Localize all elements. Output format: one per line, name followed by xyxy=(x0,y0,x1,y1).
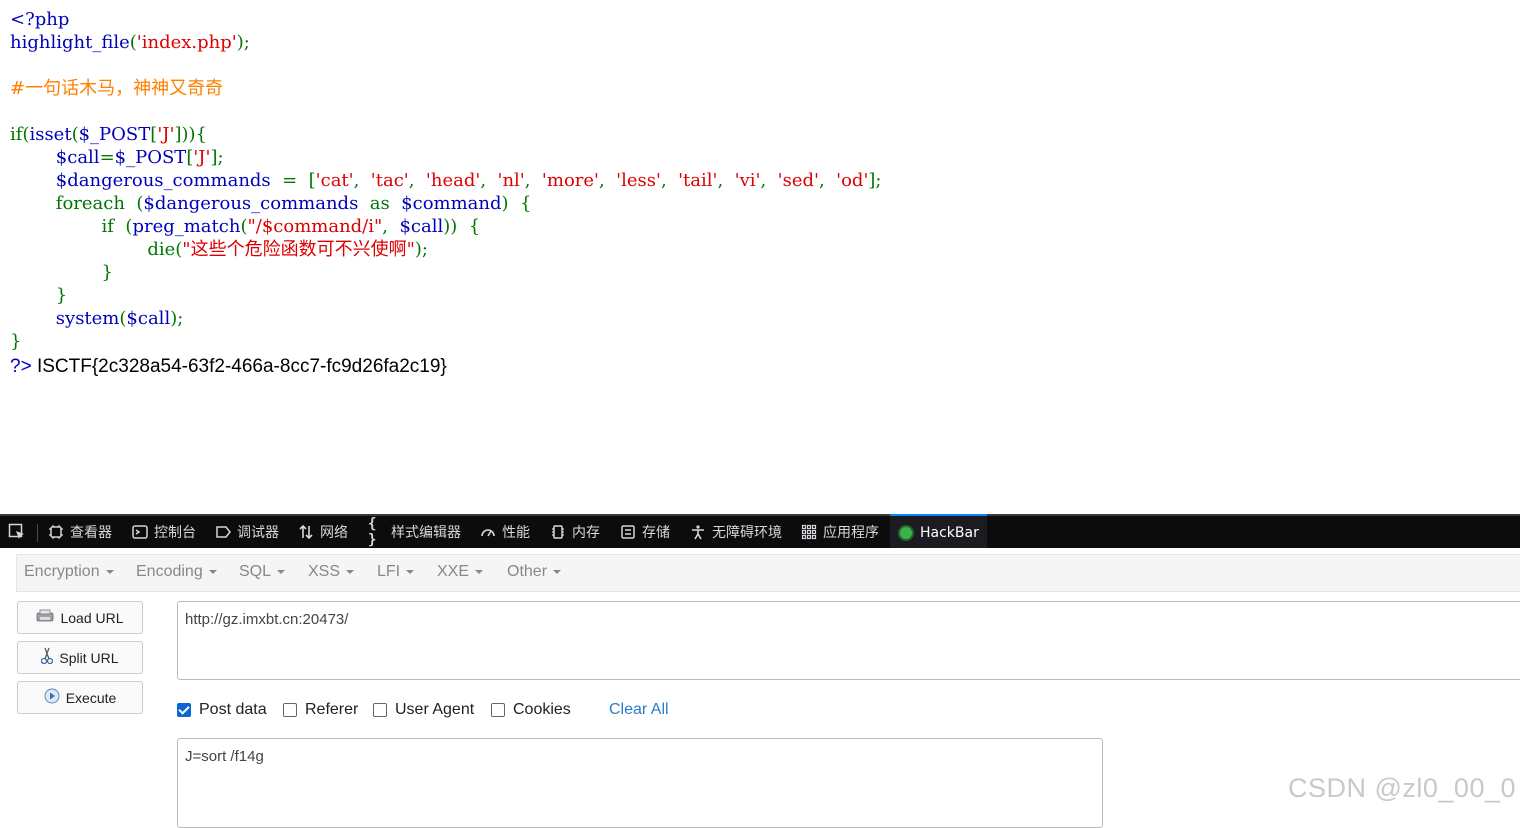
tab-performance[interactable]: 性能 xyxy=(479,516,530,548)
command-string: 'vi' xyxy=(734,170,761,191)
command-separator: , xyxy=(598,170,617,191)
tab-console[interactable]: 控制台 xyxy=(131,516,196,548)
clear-all-link[interactable]: Clear All xyxy=(609,701,669,719)
watermark: CSDN @zl0_00_0 xyxy=(1287,773,1516,803)
hackbar-icon xyxy=(898,525,914,541)
menu-xxe[interactable]: XXE xyxy=(437,563,484,581)
tab-debugger[interactable]: 调试器 xyxy=(214,516,279,548)
debugger-icon xyxy=(214,523,232,541)
output-line: ?> ISCTF{2c328a54-63f2-466a-8cc7-fc9d26f… xyxy=(10,355,447,379)
command-separator: , xyxy=(408,170,426,191)
user-agent-checkbox[interactable]: User Agent xyxy=(373,701,474,719)
tab-accessibility[interactable]: 无障碍环境 xyxy=(689,516,782,548)
tab-network[interactable]: 网络 xyxy=(297,516,348,548)
url-input[interactable]: http://gz.imxbt.cn:20473/ xyxy=(177,601,1520,680)
post-data-input[interactable]: J=sort /f14g xyxy=(177,738,1103,828)
play-icon xyxy=(44,688,60,707)
tab-storage[interactable]: 存储 xyxy=(619,516,670,548)
command-separator: , xyxy=(353,170,371,191)
menu-encryption[interactable]: Encryption xyxy=(24,563,114,581)
code-brace-inner: } xyxy=(101,262,113,283)
menu-other[interactable]: Other xyxy=(507,563,562,581)
caret-down-icon xyxy=(346,569,355,574)
command-separator: , xyxy=(480,170,498,191)
caret-down-icon xyxy=(208,569,217,574)
code-line-die: die("这些个危险函数可不兴使啊"); xyxy=(147,239,428,260)
performance-icon xyxy=(479,523,497,541)
tab-hackbar[interactable]: HackBar xyxy=(890,514,987,550)
checkbox-icon xyxy=(283,703,297,717)
menu-lfi[interactable]: LFI xyxy=(377,563,415,581)
devtools-toolbar: 查看器 控制台 调试器 网络 { } 样式编辑器 性能 内存 存储 无障碍环境 … xyxy=(0,514,1520,550)
code-brace-if: } xyxy=(10,331,22,352)
code-line-call-assign: $call=$_POST['J']; xyxy=(55,147,224,168)
command-string: 'tail' xyxy=(678,170,718,191)
code-line-dangerous-commands: $dangerous_commands = ['cat', 'tac', 'he… xyxy=(55,170,882,191)
network-icon xyxy=(297,523,315,541)
application-icon xyxy=(800,523,818,541)
tab-style-editor[interactable]: { } 样式编辑器 xyxy=(368,516,461,548)
caret-down-icon xyxy=(105,569,114,574)
tab-memory[interactable]: 内存 xyxy=(549,516,600,548)
php-open-tag: <?php xyxy=(10,9,70,30)
flag-output: ISCTF{2c328a54-63f2-466a-8cc7-fc9d26fa2c… xyxy=(31,356,447,377)
command-separator: , xyxy=(760,170,778,191)
cookies-checkbox[interactable]: Cookies xyxy=(491,701,571,719)
code-line-if: if(isset($_POST['J'])){ xyxy=(10,124,207,145)
hackbar-menubar: Encryption Encoding SQL XSS LFI XXE Othe… xyxy=(16,554,1520,592)
command-string: 'cat' xyxy=(315,170,354,191)
element-picker-icon[interactable] xyxy=(8,516,26,548)
checkbox-icon xyxy=(373,703,387,717)
load-url-icon xyxy=(36,609,54,626)
caret-down-icon xyxy=(406,569,415,574)
menu-encoding[interactable]: Encoding xyxy=(136,563,217,581)
command-separator: , xyxy=(818,170,837,191)
accessibility-icon xyxy=(689,523,707,541)
php-source-code: <?php highlight_file('index.php'); #一句话木… xyxy=(10,8,882,353)
code-line-if-preg: if (preg_match("/$command/i", $call)) { xyxy=(101,216,481,237)
menu-sql[interactable]: SQL xyxy=(239,563,286,581)
code-line-highlight: highlight_file('index.php'); xyxy=(10,32,250,53)
execute-button[interactable]: Execute xyxy=(17,681,143,714)
command-string: 'tac' xyxy=(370,170,409,191)
scissors-icon xyxy=(41,647,54,668)
command-string: 'more' xyxy=(541,170,599,191)
menu-xss[interactable]: XSS xyxy=(308,563,355,581)
tab-application[interactable]: 应用程序 xyxy=(800,516,879,548)
command-string: 'sed' xyxy=(777,170,819,191)
code-brace-foreach: } xyxy=(55,285,68,306)
command-string: 'less' xyxy=(616,170,661,191)
post-data-checkbox[interactable]: Post data xyxy=(177,701,267,719)
caret-down-icon xyxy=(553,569,562,574)
console-icon xyxy=(131,523,149,541)
referer-checkbox[interactable]: Referer xyxy=(283,701,358,719)
command-separator: , xyxy=(524,170,542,191)
command-string: 'head' xyxy=(425,170,481,191)
command-string: 'nl' xyxy=(497,170,525,191)
php-close-tag: ?> xyxy=(10,356,32,377)
checkbox-checked-icon xyxy=(177,703,191,717)
style-editor-icon: { } xyxy=(368,516,377,548)
code-comment: #一句话木马，神神又奇奇 xyxy=(10,78,224,99)
command-separator: , xyxy=(660,170,679,191)
caret-down-icon xyxy=(277,569,286,574)
memory-icon xyxy=(549,523,567,541)
command-separator: , xyxy=(717,170,735,191)
load-url-button[interactable]: Load URL xyxy=(17,601,143,634)
caret-down-icon xyxy=(475,569,484,574)
code-line-foreach: foreach ($dangerous_commands as $command… xyxy=(55,193,532,214)
checkbox-icon xyxy=(491,703,505,717)
storage-icon xyxy=(619,523,637,541)
command-string: 'od' xyxy=(836,170,869,191)
code-line-system: system($call); xyxy=(55,308,184,329)
tab-inspector[interactable]: 查看器 xyxy=(47,516,112,548)
split-url-button[interactable]: Split URL xyxy=(17,641,143,674)
inspector-icon xyxy=(47,523,65,541)
